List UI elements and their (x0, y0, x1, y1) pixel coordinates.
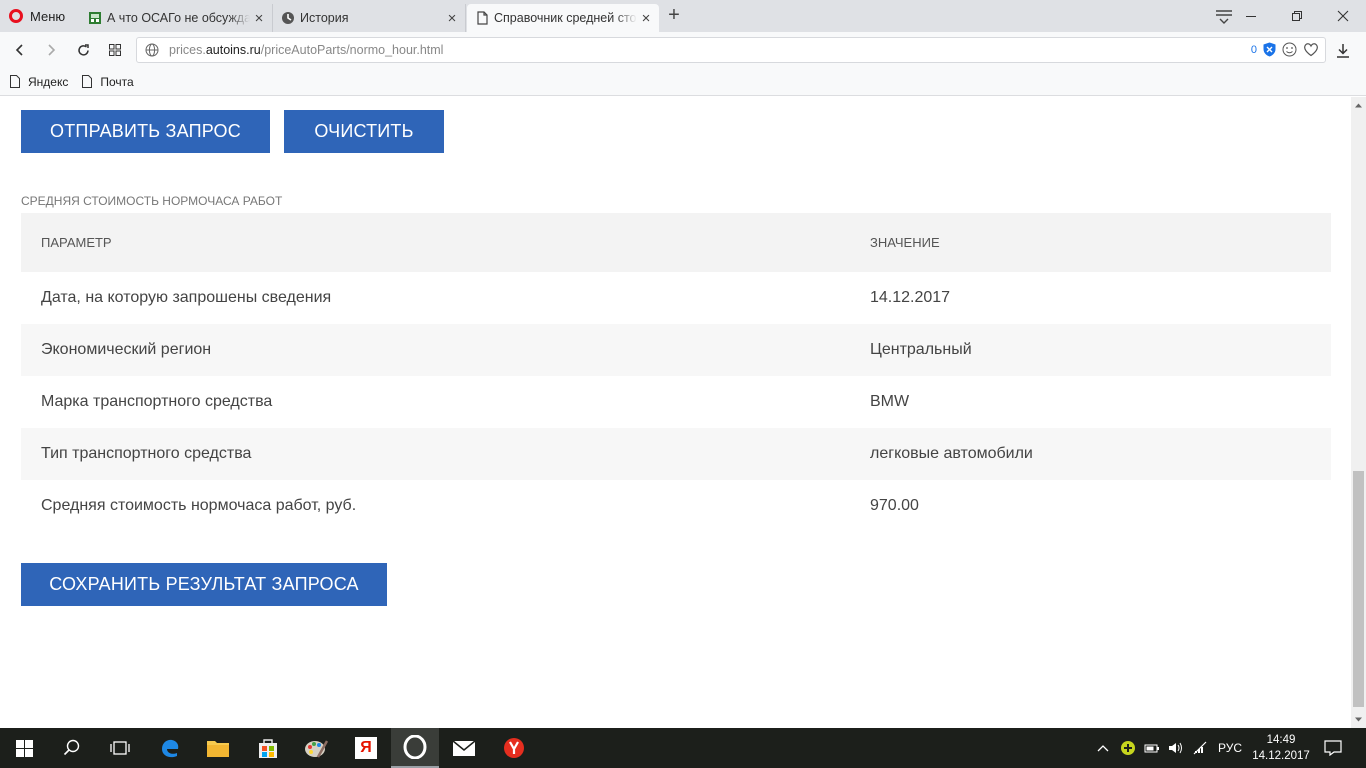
notification-icon[interactable] (1310, 728, 1356, 768)
table-row: Дата, на которую запрошены сведения 14.1… (21, 272, 1331, 324)
param-cell: Тип транспортного средства (21, 428, 870, 480)
save-result-button[interactable]: СОХРАНИТЬ РЕЗУЛЬТАТ ЗАПРОСА (21, 563, 387, 606)
bookmark-label: Яндекс (28, 74, 69, 89)
forward-icon[interactable] (39, 38, 63, 62)
results-table: ПАРАМЕТР ЗНАЧЕНИЕ Дата, на которую запро… (21, 213, 1331, 532)
url-host: autoins.ru (205, 43, 261, 57)
tab-title: История (300, 11, 349, 25)
search-icon[interactable] (48, 728, 96, 768)
tab-normo-hour[interactable]: Справочник средней стоимости нормочаса × (467, 4, 659, 32)
url-path: /priceAutoParts/normo_hour.html (260, 43, 444, 57)
tab-history[interactable]: История × (273, 4, 466, 32)
bookmark-mail[interactable]: Почта (82, 74, 134, 89)
download-icon[interactable] (1334, 42, 1352, 60)
speed-dial-icon[interactable] (103, 38, 127, 62)
opera-menu-button[interactable]: Меню (0, 0, 76, 32)
close-window-icon[interactable] (1320, 0, 1366, 32)
reload-icon[interactable] (71, 38, 95, 62)
window-controls (1228, 0, 1366, 32)
history-icon (281, 11, 295, 25)
page-content: ОТПРАВИТЬ ЗАПРОС ОЧИСТИТЬ СРЕДНЯЯ СТОИМО… (0, 97, 1351, 728)
table-row: Тип транспортного средства легковые авто… (21, 428, 1331, 480)
value-cell: 970.00 (870, 497, 919, 514)
chevron-up-icon[interactable] (1096, 743, 1110, 753)
system-tray: РУС (1096, 728, 1242, 768)
adblock-icon[interactable] (1263, 42, 1276, 57)
minimize-icon[interactable] (1228, 0, 1274, 32)
yandex-browser-icon[interactable] (490, 728, 538, 768)
value-cell: легковые автомобили (870, 428, 1331, 480)
store-icon[interactable] (244, 728, 292, 768)
explorer-icon[interactable] (194, 728, 242, 768)
adblock-count: 0 (1250, 43, 1257, 56)
tab-title: А что ОСАГо не обсуждается (107, 11, 250, 25)
value-cell: 14.12.2017 (870, 289, 951, 306)
table-row: Марка транспортного средства BMW (21, 376, 1331, 428)
tab-bar: Меню А что ОСАГо не обсуждается × Истори… (0, 0, 1366, 32)
new-tab-button[interactable]: + (662, 4, 686, 28)
back-icon[interactable] (8, 38, 32, 62)
value-cell: Центральный (870, 324, 1331, 376)
tab-close-icon[interactable]: × (637, 10, 655, 27)
globe-icon (145, 43, 159, 57)
column-header-value: ЗНАЧЕНИЕ (870, 213, 1331, 272)
tab-osago[interactable]: А что ОСАГо не обсуждается × (80, 4, 273, 32)
address-toolbar: prices. autoins.ru/priceAutoParts/normo_h… (0, 32, 1366, 68)
table-header-row: ПАРАМЕТР ЗНАЧЕНИЕ (21, 213, 1331, 272)
tab-favicon-icon (88, 11, 102, 25)
page-icon (475, 11, 489, 25)
table-row: Средняя стоимость нормочаса работ, руб. … (21, 480, 1331, 532)
language-indicator[interactable]: РУС (1218, 741, 1242, 755)
opera-logo-icon (9, 9, 23, 23)
scroll-down-icon[interactable] (1354, 715, 1363, 724)
network-icon[interactable] (1192, 741, 1208, 755)
table-row: Экономический регион Центральный (21, 324, 1331, 376)
edge-icon[interactable] (146, 728, 194, 768)
clock-date: 14.12.2017 (1252, 750, 1310, 762)
param-cell: Марка транспортного средства (41, 393, 273, 410)
param-cell: Средняя стоимость нормочаса работ, руб. (41, 497, 357, 514)
param-cell: Дата, на которую запрошены сведения (41, 289, 332, 306)
page-icon (82, 75, 93, 88)
tab-close-icon[interactable]: × (443, 10, 461, 27)
scrollbar-thumb[interactable] (1353, 471, 1364, 707)
restore-icon[interactable] (1274, 0, 1320, 32)
param-cell: Экономический регион (21, 324, 870, 376)
url-prefix: prices. (169, 43, 206, 57)
tab-title: Справочник средней стоимости нормочаса (494, 11, 637, 25)
page-icon (10, 75, 20, 88)
yandex-icon[interactable]: Я (342, 728, 390, 768)
tray-app-icon[interactable] (1120, 740, 1136, 756)
section-title: СРЕДНЯЯ СТОИМОСТЬ НОРМОЧАСА РАБОТ (21, 194, 283, 208)
bookmark-label: Почта (100, 74, 134, 89)
task-view-icon[interactable] (96, 728, 144, 768)
page-scrollbar[interactable] (1351, 97, 1366, 728)
battery-icon[interactable] (1144, 741, 1160, 755)
bookmarks-bar: Яндекс Почта (0, 68, 1366, 96)
heart-icon[interactable] (1303, 42, 1319, 57)
column-header-param: ПАРАМЕТР (21, 213, 870, 272)
tab-close-icon[interactable]: × (250, 10, 268, 27)
value-cell: BMW (870, 393, 910, 410)
mail-icon[interactable] (440, 728, 488, 768)
send-request-button[interactable]: ОТПРАВИТЬ ЗАПРОС (21, 110, 270, 153)
yandex-letter: Я (355, 737, 377, 759)
emoji-icon[interactable] (1282, 42, 1297, 57)
volume-icon[interactable] (1168, 741, 1184, 755)
clear-button[interactable]: ОЧИСТИТЬ (284, 110, 444, 153)
windows-start-icon[interactable] (0, 728, 48, 768)
menu-label: Меню (30, 8, 66, 24)
windows-taskbar: Я РУС 14:49 14.12.2017 (0, 728, 1366, 768)
scroll-up-icon[interactable] (1354, 101, 1363, 110)
url-field[interactable]: prices. autoins.ru/priceAutoParts/normo_h… (136, 37, 1326, 63)
clock[interactable]: 14:49 14.12.2017 (1252, 732, 1310, 764)
opera-icon[interactable] (391, 728, 439, 768)
clock-time: 14:49 (1266, 734, 1296, 746)
paint-icon[interactable] (292, 728, 340, 768)
bookmark-yandex[interactable]: Яндекс (10, 75, 68, 89)
